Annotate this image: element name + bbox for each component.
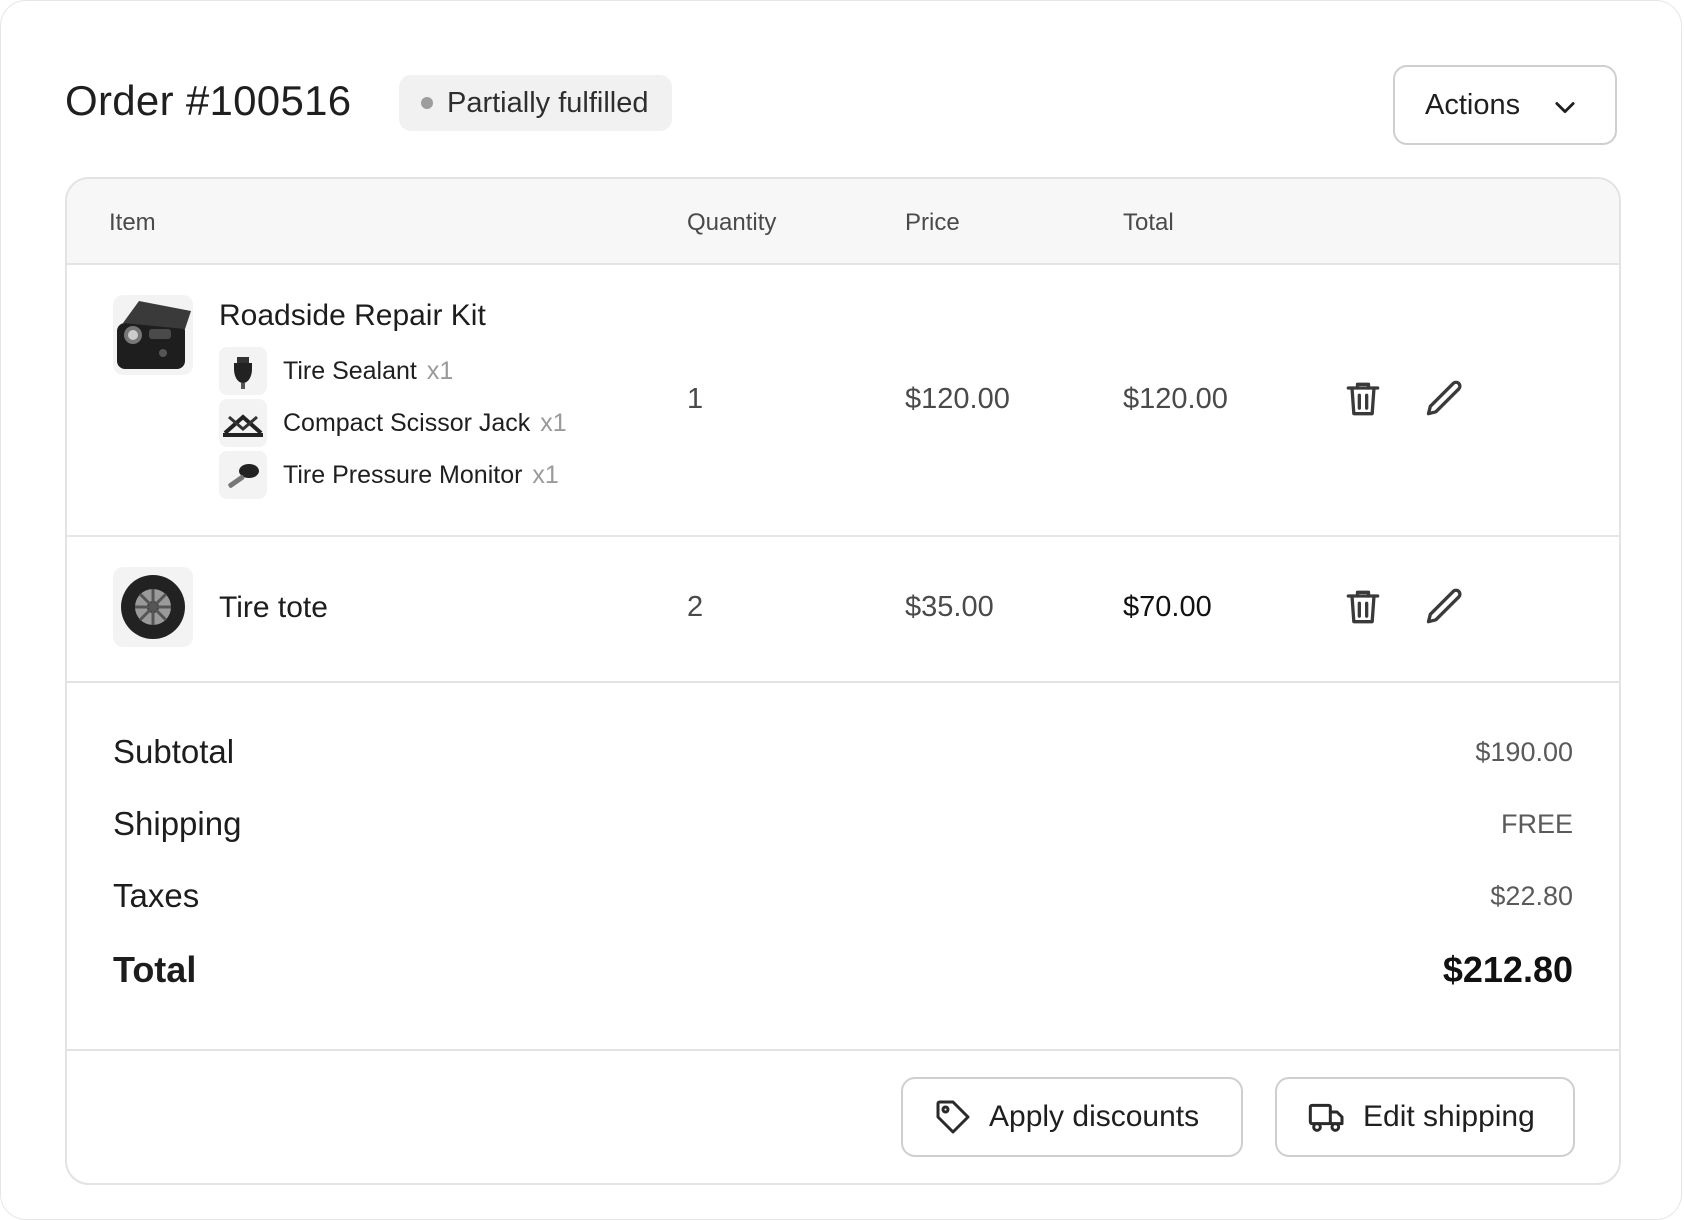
row-price: $35.00 [905, 591, 994, 623]
actions-button[interactable]: Actions [1393, 65, 1617, 145]
table-row: Tire tote 2 $35.00 $70.00 [67, 537, 1619, 683]
subtotal-value: $190.00 [1475, 737, 1573, 767]
apply-discounts-label: Apply discounts [989, 1100, 1200, 1133]
pencil-icon [1426, 588, 1462, 624]
apply-discounts-button[interactable]: Apply discounts [901, 1077, 1243, 1157]
edit-shipping-button[interactable]: Edit shipping [1275, 1077, 1575, 1157]
order-panel: Order #100516 Partially fulfilled Action… [0, 0, 1682, 1220]
row-price: $120.00 [905, 383, 1010, 415]
trash-icon [1346, 382, 1380, 416]
shipping-value: FREE [1500, 809, 1573, 839]
bundle-component: Compact Scissor Jack x1 [219, 399, 567, 447]
tag-icon [936, 1100, 970, 1134]
table-row: Roadside Repair Kit Tire Sealant x1 Comp… [67, 265, 1619, 537]
shipping-label: Shipping [113, 805, 242, 842]
status-badge: Partially fulfilled [399, 75, 673, 131]
sealant-bottle-icon [219, 347, 267, 395]
product-name: Tire tote [219, 591, 328, 624]
column-header-price: Price [905, 209, 960, 236]
total-value: $212.80 [1442, 949, 1573, 990]
scissor-jack-icon [219, 399, 267, 447]
column-header-quantity: Quantity [687, 209, 777, 236]
line-items-card: Item Quantity Price Total Roadside Repai… [65, 177, 1621, 1185]
status-dot [421, 97, 433, 109]
component-quantity: x1 [426, 356, 454, 385]
taxes-label: Taxes [113, 877, 200, 914]
column-header-item: Item [109, 209, 156, 236]
order-summary: Subtotal $190.00 Shipping FREE Taxes $22… [67, 683, 1619, 1051]
product-name: Roadside Repair Kit [219, 299, 486, 332]
component-quantity: x1 [532, 460, 559, 489]
edit-item-button[interactable] [1423, 585, 1467, 629]
row-quantity: 1 [687, 383, 704, 415]
row-total: $70.00 [1123, 591, 1212, 623]
row-total: $120.00 [1123, 383, 1228, 415]
bundle-component: Tire Pressure Monitor x1 [219, 451, 559, 499]
component-name: Tire Pressure Monitor [283, 460, 523, 489]
product-thumbnail-repair-kit [113, 295, 193, 375]
bundle-component: Tire Sealant x1 [219, 347, 453, 395]
pressure-sensor-icon [219, 451, 267, 499]
status-badge-label: Partially fulfilled [447, 86, 649, 119]
edit-item-button[interactable] [1423, 377, 1467, 421]
component-name: Tire Sealant [283, 356, 417, 385]
page-title: Order #100516 [65, 77, 352, 124]
edit-shipping-label: Edit shipping [1363, 1100, 1535, 1133]
column-header-total: Total [1123, 209, 1174, 236]
product-thumbnail-tire-tote [113, 567, 193, 647]
row-quantity: 2 [687, 591, 704, 623]
total-label: Total [113, 949, 197, 990]
taxes-value: $22.80 [1490, 881, 1573, 911]
pencil-icon [1426, 380, 1462, 416]
delete-item-button[interactable] [1341, 377, 1385, 421]
chevron-down-icon [1555, 102, 1575, 114]
component-quantity: x1 [540, 408, 567, 437]
subtotal-label: Subtotal [113, 733, 235, 770]
trash-icon [1346, 590, 1380, 624]
actions-button-label: Actions [1425, 88, 1521, 121]
truck-icon [1308, 1103, 1344, 1132]
component-name: Compact Scissor Jack [283, 408, 531, 437]
delete-item-button[interactable] [1341, 585, 1385, 629]
card-footer: Apply discounts Edit shipping [67, 1051, 1619, 1183]
order-header: Order #100516 Partially fulfilled Action… [65, 65, 1617, 147]
table-header: Item Quantity Price Total [67, 179, 1619, 265]
